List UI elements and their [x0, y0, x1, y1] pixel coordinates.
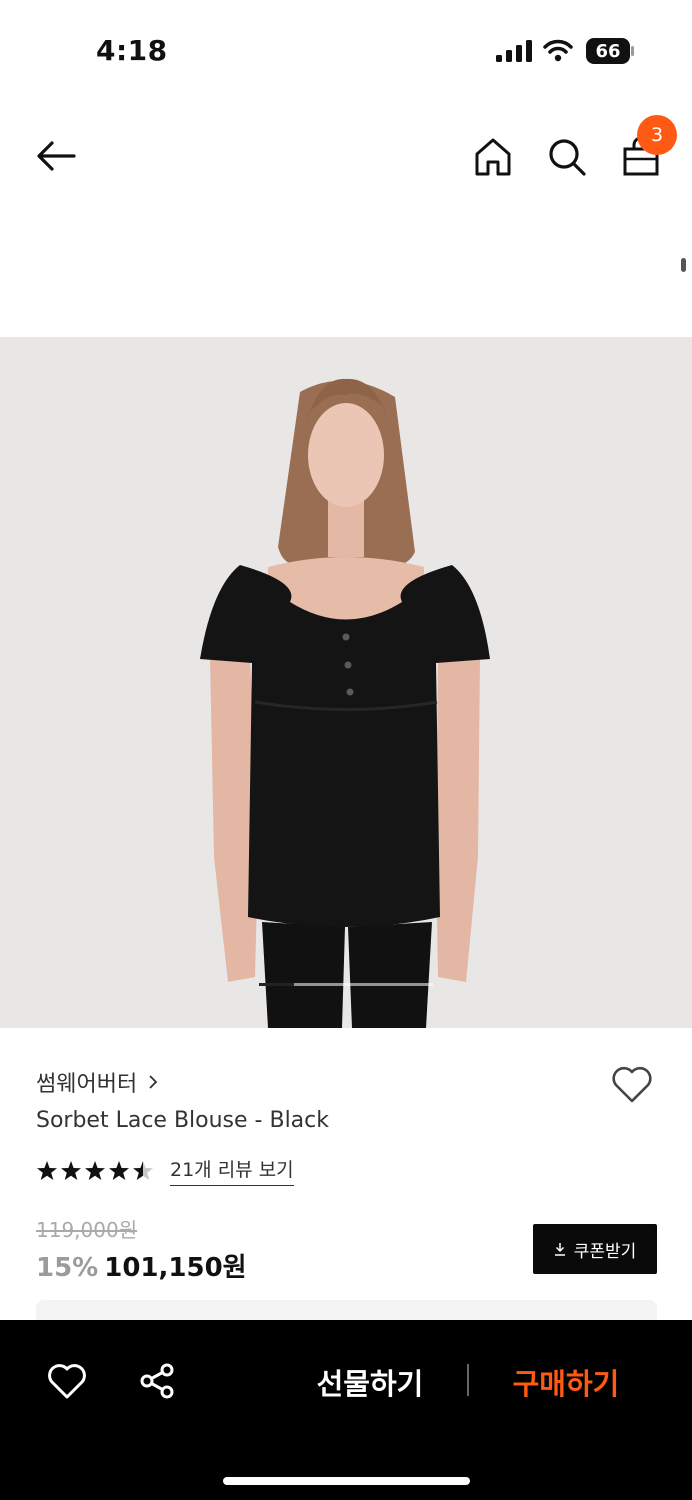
image-pager-active — [259, 983, 294, 986]
status-bar: 4:18 66 — [0, 0, 692, 100]
top-nav: 3 — [0, 110, 692, 204]
download-icon — [554, 1243, 565, 1256]
buy-button[interactable]: 구매하기 — [496, 1360, 636, 1404]
rating-row: 21개 리뷰 보기 — [36, 1155, 294, 1186]
search-icon[interactable] — [545, 135, 589, 179]
wifi-icon — [543, 39, 573, 62]
product-title: Sorbet Lace Blouse - Black — [36, 1108, 330, 1133]
original-price: 119,000원 — [36, 1218, 138, 1242]
home-indicator — [223, 1477, 470, 1485]
wishlist-heart-icon[interactable] — [47, 1362, 87, 1400]
battery-level: 66 — [595, 40, 621, 62]
coupon-button[interactable]: 쿠폰받기 — [533, 1224, 657, 1274]
back-arrow-icon[interactable] — [34, 134, 78, 178]
scroll-indicator — [681, 258, 686, 272]
sale-price: 101,150원 — [104, 1253, 247, 1283]
discount-rate: 15% — [36, 1253, 99, 1283]
image-pager — [259, 983, 433, 986]
price-row: 15% 101,150원 — [36, 1247, 247, 1284]
status-time: 4:18 — [96, 34, 168, 67]
home-icon[interactable] — [471, 135, 515, 179]
battery-icon: 66 — [586, 38, 634, 64]
product-image[interactable] — [0, 337, 692, 1028]
chevron-right-icon — [149, 1075, 158, 1089]
cart-count-badge: 3 — [637, 115, 677, 155]
bottom-action-bar: 선물하기 구매하기 — [0, 1320, 692, 1500]
heart-icon[interactable] — [610, 1064, 654, 1104]
divider — [467, 1364, 469, 1396]
brand-link[interactable]: 썸웨어버터 — [36, 1066, 159, 1098]
model-photo — [0, 337, 692, 1028]
review-link[interactable]: 21개 리뷰 보기 — [170, 1155, 294, 1186]
gift-button[interactable]: 선물하기 — [300, 1360, 440, 1404]
share-icon[interactable] — [138, 1362, 176, 1400]
brand-name: 썸웨어버터 — [36, 1072, 138, 1097]
coupon-label: 쿠폰받기 — [573, 1241, 637, 1262]
cellular-signal-icon — [496, 40, 532, 62]
star-rating-icon — [37, 1160, 153, 1180]
